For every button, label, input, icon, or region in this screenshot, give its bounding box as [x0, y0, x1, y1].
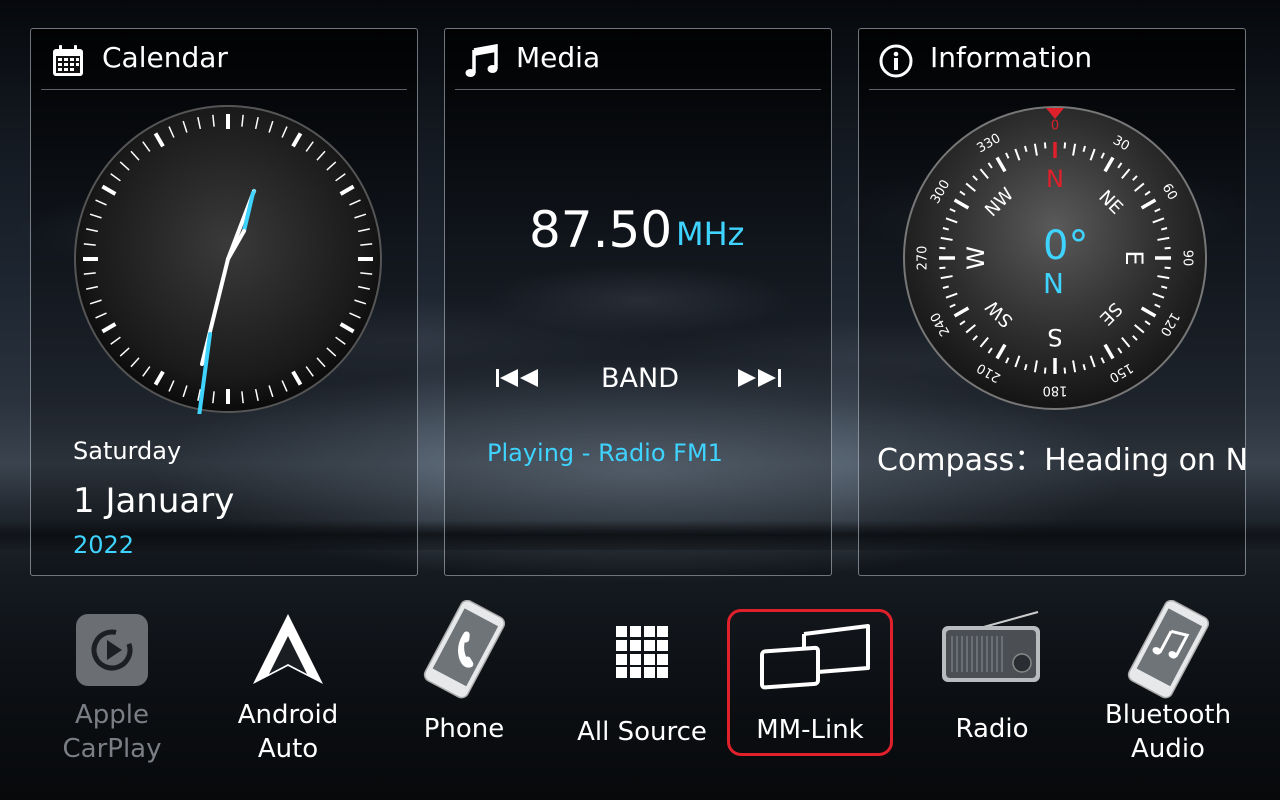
carplay-icon — [76, 614, 148, 686]
dock-label-phone: Phone — [423, 714, 505, 744]
dock-all-source[interactable]: All Source — [570, 600, 714, 770]
calendar-title: Calendar — [102, 41, 228, 74]
music-note-icon — [465, 44, 498, 77]
calendar-icon — [53, 45, 83, 76]
seek-back-icon[interactable] — [496, 367, 542, 389]
compass-degree-label: 180 — [1043, 383, 1068, 398]
compass-status: Compass：Heading on N — [877, 443, 1248, 478]
dock-label-all-source: All Source — [577, 717, 707, 747]
dock-bluetooth-audio[interactable]: Bluetooth Audio — [1100, 600, 1236, 770]
compass-cardinal-label: S — [1047, 323, 1062, 351]
date-text: 1 January — [73, 481, 235, 521]
compass-tick — [1164, 266, 1171, 270]
information-title: Information — [930, 41, 1093, 74]
day-of-week: Saturday — [73, 437, 182, 465]
dock-label-android-1: Android — [237, 700, 339, 730]
analog-clock — [74, 105, 382, 414]
phone-icon — [423, 600, 506, 699]
heading-value: 0° — [1043, 223, 1089, 269]
band-button[interactable]: BAND — [601, 363, 679, 394]
information-widget[interactable]: Information 0 30 60 90 120 150 180 210 240 270 300… — [858, 28, 1248, 576]
compass-tick — [1063, 367, 1067, 374]
bluetooth-audio-icon — [1127, 600, 1210, 699]
dock-phone[interactable]: Phone — [404, 600, 524, 770]
heading-direction: N — [1043, 267, 1064, 300]
dock-label-bluetooth-1: Bluetooth — [1104, 700, 1232, 730]
seek-forward-icon[interactable] — [738, 367, 784, 389]
frequency-unit: MHz — [676, 215, 745, 253]
dock-label-radio: Radio — [955, 714, 1029, 744]
dock-label-carplay-2: CarPlay — [62, 734, 162, 764]
frequency-value: 87.50 — [529, 201, 673, 259]
grid-icon — [616, 626, 668, 678]
dock-label-mm-link: MM-Link — [756, 715, 864, 745]
dock-mm-link[interactable]: MM-Link — [740, 600, 880, 770]
compass-degree-label: 270 — [916, 246, 931, 271]
dock-android-auto[interactable]: Android Auto — [225, 600, 351, 770]
compass-tick — [939, 266, 946, 270]
media-header: Media — [455, 29, 821, 90]
info-icon — [879, 44, 913, 78]
mm-link-icon — [760, 624, 870, 690]
dock-apple-carplay[interactable]: Apple CarPlay — [52, 600, 172, 770]
compass-cardinal-label: N — [1046, 165, 1064, 193]
dock-label-android-2: Auto — [257, 734, 319, 764]
calendar-header: Calendar — [41, 29, 407, 90]
playing-status: Playing - Radio FM1 — [487, 439, 723, 467]
compass-tick — [1043, 367, 1047, 374]
radio-icon — [942, 611, 1040, 682]
media-widget[interactable]: Media 87.50 MHz BAND Playing - Radio FM1 — [444, 28, 832, 576]
android-auto-icon — [253, 614, 323, 684]
year-text: 2022 — [73, 531, 135, 559]
compass-cardinal-label: E — [1120, 250, 1148, 265]
compass-tick — [1043, 142, 1047, 149]
calendar-widget[interactable]: Calendar Saturday 1 January 2022 — [30, 28, 418, 576]
dock-label-carplay-1: Apple — [74, 700, 149, 730]
compass-tick — [1164, 246, 1171, 250]
compass-degree-label: 90 — [1180, 250, 1195, 267]
compass-tick — [1063, 142, 1067, 149]
dock-label-bluetooth-2: Audio — [1131, 734, 1205, 764]
compass-degree-label: 0 — [1051, 119, 1059, 134]
compass-cardinal-label: W — [962, 246, 990, 270]
media-title: Media — [516, 41, 601, 74]
compass-tick — [939, 246, 946, 250]
information-header: Information — [869, 29, 1235, 90]
dock-radio[interactable]: Radio — [932, 600, 1052, 770]
